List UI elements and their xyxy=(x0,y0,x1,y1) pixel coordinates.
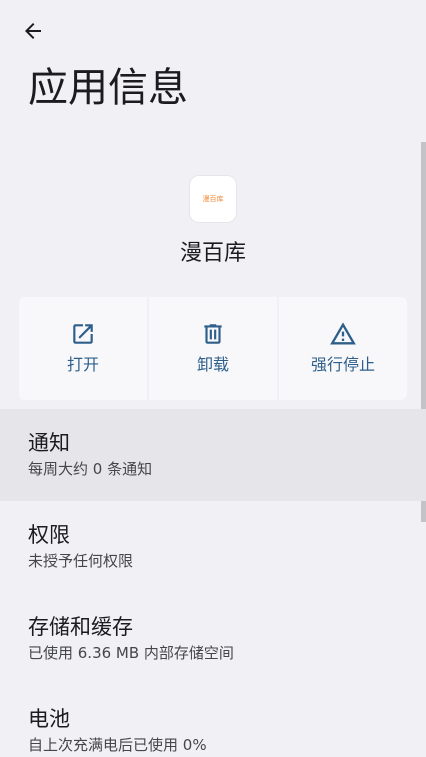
force-stop-button[interactable]: 强行停止 xyxy=(279,297,407,400)
trash-icon xyxy=(199,320,227,348)
permissions-summary: 未授予任何权限 xyxy=(28,552,134,570)
battery-item[interactable]: 电池 自上次充满电后已使用 0% xyxy=(0,685,426,757)
app-info-screen: 应用信息 漫百库 漫百库 打开 卸载 强行停止 通知 每周大约 0 条通知 权限… xyxy=(0,0,426,757)
force-stop-label: 强行停止 xyxy=(310,355,375,374)
top-app-bar xyxy=(0,0,426,64)
open-label: 打开 xyxy=(66,355,99,374)
storage-cache-title: 存储和缓存 xyxy=(28,615,133,639)
battery-summary: 自上次充满电后已使用 0% xyxy=(28,736,207,754)
storage-cache-summary: 已使用 6.36 MB 内部存储空间 xyxy=(28,644,234,662)
app-action-bar: 打开 卸载 强行停止 xyxy=(19,297,407,400)
settings-list: 通知 每周大约 0 条通知 权限 未授予任何权限 存储和缓存 已使用 6.36 … xyxy=(0,409,426,757)
notifications-summary: 每周大约 0 条通知 xyxy=(28,460,153,478)
page-title: 应用信息 xyxy=(28,65,188,111)
storage-cache-item[interactable]: 存储和缓存 已使用 6.36 MB 内部存储空间 xyxy=(0,593,426,685)
permissions-item[interactable]: 权限 未授予任何权限 xyxy=(0,501,426,593)
open-button[interactable]: 打开 xyxy=(19,297,147,400)
app-name: 漫百库 xyxy=(179,241,246,266)
warning-icon xyxy=(329,320,357,348)
app-icon-label: 漫百库 xyxy=(202,195,224,203)
uninstall-button[interactable]: 卸载 xyxy=(149,297,277,400)
back-button[interactable] xyxy=(14,14,52,52)
open-external-icon xyxy=(69,320,97,348)
app-icon: 漫百库 xyxy=(189,175,237,223)
app-header: 漫百库 漫百库 xyxy=(0,175,426,269)
battery-title: 电池 xyxy=(28,707,70,731)
notifications-title: 通知 xyxy=(28,431,70,455)
back-arrow-icon xyxy=(21,19,45,47)
uninstall-label: 卸载 xyxy=(196,355,229,374)
permissions-title: 权限 xyxy=(28,523,70,547)
notifications-item[interactable]: 通知 每周大约 0 条通知 xyxy=(0,409,426,501)
